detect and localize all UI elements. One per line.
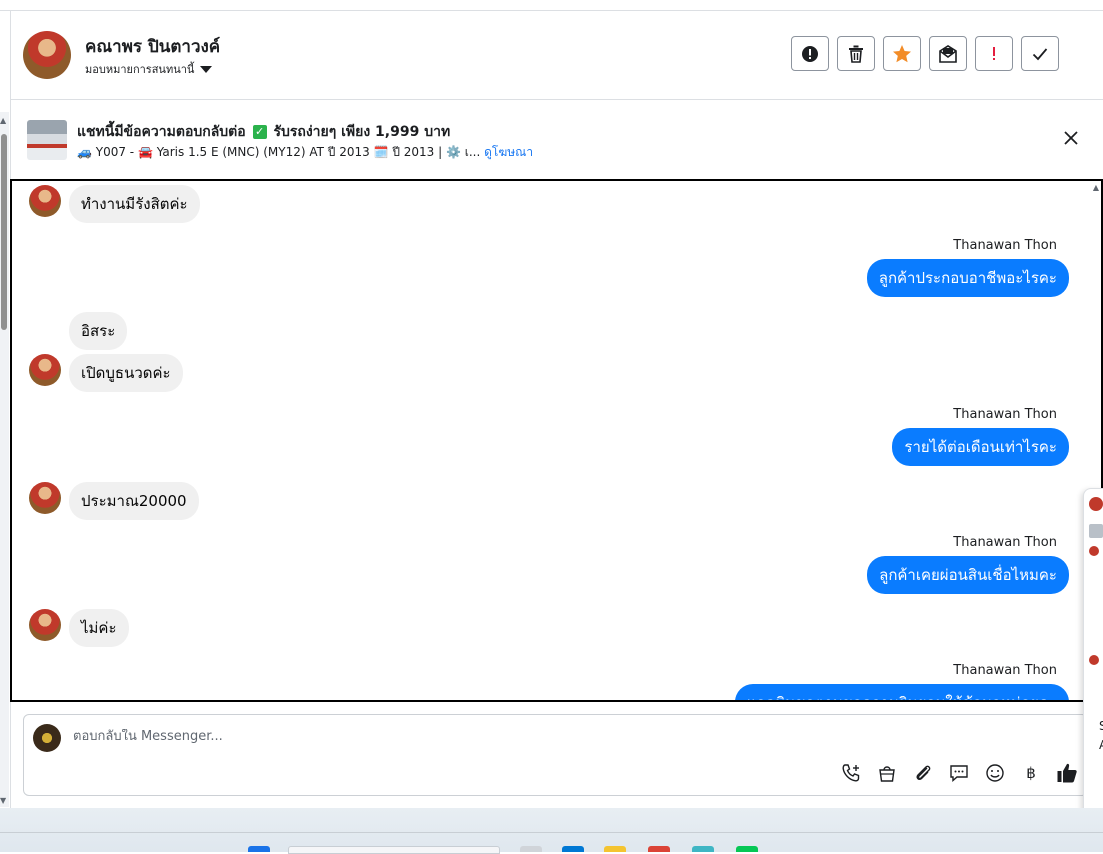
- close-icon[interactable]: [1061, 128, 1081, 148]
- chat-head-avatar[interactable]: [1089, 546, 1099, 556]
- file-explorer-icon[interactable]: [604, 846, 626, 852]
- shopping-bag-icon[interactable]: [875, 761, 899, 785]
- contact-avatar-small: [29, 482, 61, 514]
- ad-title-offer: รับรถง่ายๆ เพียง 1,999 บาท: [273, 124, 451, 140]
- page-avatar: [33, 724, 61, 752]
- scroll-down-arrow-icon[interactable]: ▼: [0, 796, 6, 805]
- composer-toolbar: ฿: [839, 761, 1079, 785]
- assign-conversation-dropdown[interactable]: มอบหมายการสนทนานี้: [85, 60, 213, 78]
- line-app-icon[interactable]: [736, 846, 758, 852]
- start-menu-icon[interactable]: [248, 846, 270, 852]
- incoming-message[interactable]: ไม่ค่ะ: [69, 609, 129, 647]
- incoming-message[interactable]: ประมาณ20000: [69, 482, 199, 520]
- ad-subtitle: 🚙 Y007 - 🚘 Yaris 1.5 E (MNC) (MY12) AT ป…: [77, 143, 533, 162]
- thumbs-up-icon[interactable]: [1055, 761, 1079, 785]
- reply-input[interactable]: [73, 729, 673, 744]
- delete-button[interactable]: [837, 36, 875, 71]
- envelope-icon: [939, 44, 957, 63]
- incoming-message[interactable]: อิสระ: [69, 312, 128, 350]
- contact-avatar-small: [29, 609, 61, 641]
- outgoing-message[interactable]: ลูกค้าประกอบอาชีพอะไรคะ: [866, 259, 1069, 297]
- phone-plus-icon[interactable]: [839, 761, 863, 785]
- chat-bubbles-icon[interactable]: [947, 761, 971, 785]
- contact-avatar-small: [29, 354, 61, 386]
- caret-down-icon: [200, 65, 213, 73]
- scrollbar-thumb[interactable]: [1, 134, 7, 330]
- message-thread[interactable]: ทำงานมีรังสิตค่ะ Thanawan Thon ลูกค้าประ…: [10, 179, 1103, 702]
- message-composer: ฿: [23, 714, 1088, 796]
- outgoing-message[interactable]: ลูกค้าเคยผ่อนสินเชื่อไหมคะ: [867, 556, 1069, 594]
- mark-unread-button[interactable]: [929, 36, 967, 71]
- outgoing-message[interactable]: รายได้ต่อเดือนเท่าไรคะ: [892, 428, 1069, 466]
- scroll-up-arrow-icon[interactable]: ▲: [1093, 183, 1099, 192]
- sender-name: Thanawan Thon: [953, 238, 1057, 253]
- conversation-header: คณาพร ปินตาวงค์ มอบหมายการสนทนานี้: [11, 11, 1103, 100]
- contact-avatar[interactable]: [23, 31, 71, 79]
- star-icon: [893, 44, 911, 62]
- header-actions: [791, 36, 1059, 71]
- edge-browser-icon[interactable]: [562, 846, 584, 852]
- os-taskbar: [0, 808, 1103, 852]
- ad-thumbnail[interactable]: [27, 120, 67, 160]
- outgoing-message[interactable]: แอดมินขอตามขอความยินยอมให้ข้อมูลหน่อยคะ: [734, 684, 1069, 700]
- popup-text-s: S: [1099, 719, 1103, 733]
- sender-name: Thanawan Thon: [953, 407, 1057, 422]
- follow-up-button[interactable]: [975, 36, 1013, 71]
- emoji-icon[interactable]: [983, 761, 1007, 785]
- ad-title-text: แชทนี้มีข้อความตอบกลับต่อ: [77, 124, 246, 140]
- chat-head-avatar[interactable]: [1089, 497, 1103, 511]
- check-mark-icon: ✓: [252, 125, 267, 139]
- chat-head-avatar[interactable]: [1089, 655, 1099, 665]
- contact-name[interactable]: คณาพร ปินตาวงค์: [85, 33, 220, 60]
- side-chat-popup[interactable]: S A: [1083, 488, 1103, 825]
- chrome-browser-icon[interactable]: [648, 846, 670, 852]
- trash-icon: [849, 45, 863, 63]
- paperclip-icon[interactable]: [911, 761, 935, 785]
- sender-name: Thanawan Thon: [953, 535, 1057, 550]
- taskbar-divider: [0, 832, 1103, 833]
- app-icon[interactable]: [692, 846, 714, 852]
- view-ad-link[interactable]: ดูโฆษณา: [484, 145, 533, 159]
- ad-context-bar: แชทนี้มีข้อความตอบกลับต่อ ✓ รับรถง่ายๆ เ…: [11, 100, 1103, 180]
- incoming-message[interactable]: เปิดบูธนวดค่ะ: [69, 354, 183, 392]
- page-scrollbar[interactable]: ▲ ▼: [0, 112, 9, 807]
- mark-done-button[interactable]: [1021, 36, 1059, 71]
- exclamation-icon: [993, 46, 995, 60]
- exclamation-circle-icon: [802, 45, 818, 62]
- contact-avatar-small: [29, 185, 61, 217]
- assign-label: มอบหมายการสนทนานี้: [85, 63, 195, 76]
- taskbar-search-box[interactable]: [288, 846, 500, 854]
- popup-text-a: A: [1099, 738, 1103, 752]
- ad-subtitle-text: 🚙 Y007 - 🚘 Yaris 1.5 E (MNC) (MY12) AT ป…: [77, 145, 481, 159]
- baht-icon[interactable]: ฿: [1019, 761, 1043, 785]
- check-icon: [1032, 47, 1048, 60]
- star-button[interactable]: [883, 36, 921, 71]
- mark-spam-button[interactable]: [791, 36, 829, 71]
- incoming-message[interactable]: ทำงานมีรังสิตค่ะ: [69, 185, 200, 223]
- task-view-icon[interactable]: [520, 846, 542, 852]
- ad-title: แชทนี้มีข้อความตอบกลับต่อ ✓ รับรถง่ายๆ เ…: [77, 121, 450, 143]
- sender-name: Thanawan Thon: [953, 663, 1057, 678]
- scroll-up-arrow-icon[interactable]: ▲: [0, 116, 6, 125]
- chat-head-thumbnail[interactable]: [1089, 524, 1103, 538]
